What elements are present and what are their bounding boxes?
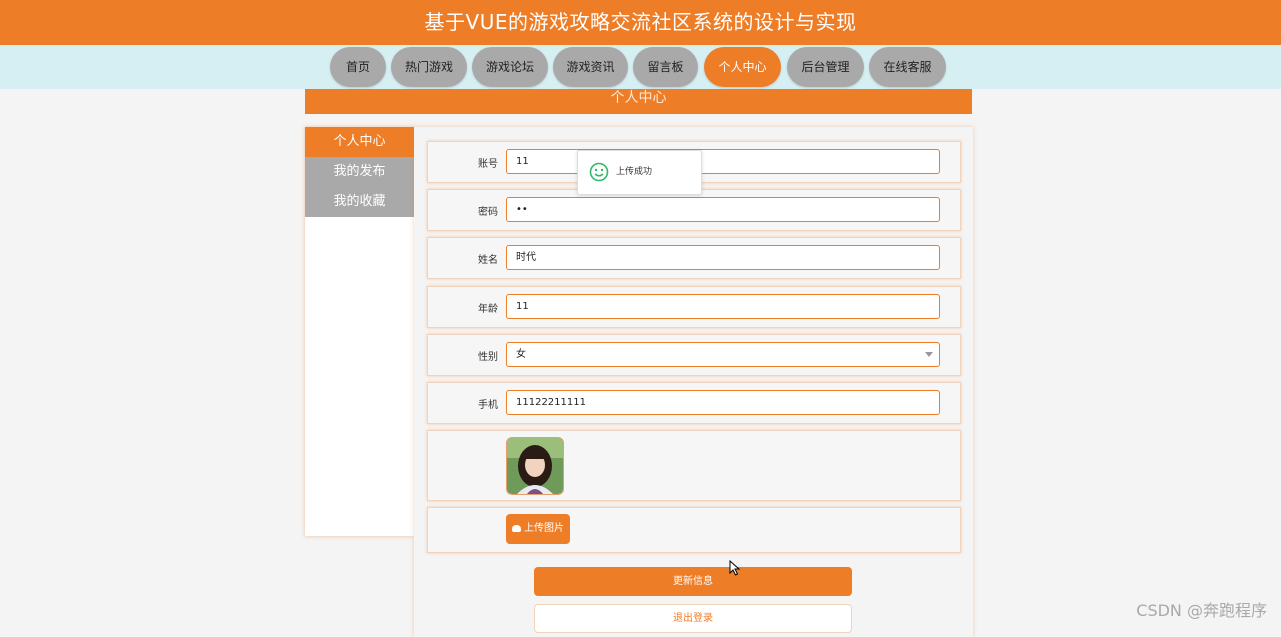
- account-input[interactable]: 11: [506, 149, 940, 174]
- toast-message: 上传成功: [616, 151, 652, 194]
- watermark: CSDN @奔跑程序: [1136, 597, 1267, 621]
- form-row-phone: 手机 11122211111: [427, 382, 961, 424]
- form-row-age: 年龄 11: [427, 286, 961, 328]
- page-header: 基于VUE的游戏攻略交流社区系统的设计与实现: [0, 0, 1281, 45]
- update-info-button[interactable]: 更新信息: [534, 567, 852, 596]
- upload-image-label: 上传图片: [524, 523, 564, 534]
- site-title: 基于VUE的游戏攻略交流社区系统的设计与实现: [425, 10, 857, 34]
- form-row-password: 密码 ••: [427, 189, 961, 231]
- sidebar-item-personal-center[interactable]: 个人中心: [305, 127, 414, 157]
- section-title: 个人中心: [305, 89, 972, 114]
- form-row-name: 姓名 时代: [427, 237, 961, 279]
- age-label: 年龄: [428, 287, 498, 327]
- sidebar-item-my-favorites[interactable]: 我的收藏: [305, 187, 414, 217]
- top-nav: 首页 热门游戏 游戏论坛 游戏资讯 留言板 个人中心 后台管理 在线客服: [0, 45, 1281, 89]
- profile-form: 账号 11 密码 •• 姓名 时代 年龄 11 性别 女 手机 11122211…: [414, 127, 973, 637]
- cloud-upload-icon: [512, 525, 521, 532]
- name-input[interactable]: 时代: [506, 245, 940, 270]
- upload-image-button[interactable]: 上传图片: [506, 514, 570, 544]
- nav-hot-games[interactable]: 热门游戏: [391, 47, 467, 87]
- form-row-upload: 上传图片: [427, 507, 961, 553]
- nav-online-service[interactable]: 在线客服: [869, 47, 946, 87]
- gender-value: 女: [516, 349, 526, 360]
- sidebar-item-my-posts[interactable]: 我的发布: [305, 157, 414, 187]
- chevron-down-icon: [925, 352, 933, 357]
- nav-game-news[interactable]: 游戏资讯: [553, 47, 628, 87]
- form-row-gender: 性别 女: [427, 334, 961, 376]
- nav-admin[interactable]: 后台管理: [787, 47, 864, 87]
- success-toast: 上传成功: [577, 150, 702, 195]
- mouse-cursor-icon: [729, 560, 741, 576]
- name-label: 姓名: [428, 238, 498, 278]
- avatar-image: [507, 438, 563, 494]
- account-label: 账号: [428, 142, 498, 182]
- nav-message-board[interactable]: 留言板: [633, 47, 698, 87]
- gender-select[interactable]: 女: [506, 342, 940, 367]
- password-input[interactable]: ••: [506, 197, 940, 222]
- gender-label: 性别: [428, 335, 498, 375]
- sidebar: 个人中心 我的发布 我的收藏: [305, 127, 414, 536]
- age-input[interactable]: 11: [506, 294, 940, 319]
- form-row-avatar: [427, 430, 961, 501]
- nav-game-forum[interactable]: 游戏论坛: [472, 47, 548, 87]
- avatar: [506, 437, 564, 495]
- phone-label: 手机: [428, 383, 498, 423]
- phone-input[interactable]: 11122211111: [506, 390, 940, 415]
- password-label: 密码: [428, 190, 498, 230]
- nav-personal-center[interactable]: 个人中心: [704, 47, 781, 87]
- smiley-icon: [589, 162, 609, 182]
- nav-home[interactable]: 首页: [330, 47, 386, 87]
